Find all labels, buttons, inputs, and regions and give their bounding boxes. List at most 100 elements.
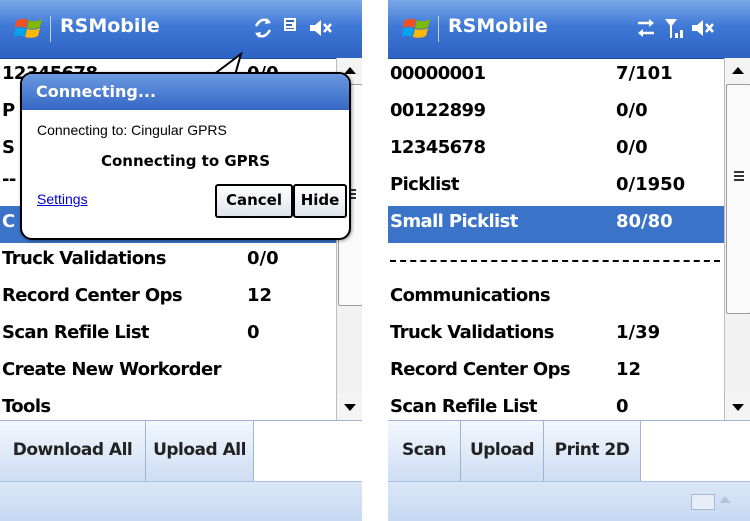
list-item[interactable]: 12345678 0/0 xyxy=(388,132,724,169)
button-label: Print 2D xyxy=(554,440,630,460)
list-item-count: 0 xyxy=(616,396,629,417)
list-item[interactable]: 00000001 7/101 xyxy=(388,58,724,95)
list-item-name: 00000001 xyxy=(390,63,486,84)
list-item[interactable]: Picklist 0/1950 xyxy=(388,169,724,206)
list-item-name: C xyxy=(2,211,15,232)
softkey-bar: Scan Upload Print 2D xyxy=(388,420,750,482)
scroll-grip xyxy=(734,179,744,181)
status-icons xyxy=(252,14,348,42)
list-item-name: Record Center Ops xyxy=(390,359,571,380)
windows-start-icon[interactable] xyxy=(402,15,432,43)
list-item-count: 7/101 xyxy=(616,63,673,84)
popup-header: Connecting... xyxy=(22,74,349,110)
button-label: Hide xyxy=(300,191,340,209)
title-separator xyxy=(438,16,439,42)
cancel-button[interactable]: Cancel xyxy=(215,184,293,218)
list-item-count: 80/80 xyxy=(616,211,673,232)
button-label: Upload xyxy=(469,440,535,460)
list-item-name: S xyxy=(2,137,15,158)
list-item[interactable]: 00122899 0/0 xyxy=(388,95,724,132)
app-title: RSMobile xyxy=(60,15,160,37)
volume-mute-icon[interactable] xyxy=(692,20,714,36)
title-separator xyxy=(50,16,51,42)
print-2d-button[interactable]: Print 2D xyxy=(544,421,641,482)
list-item[interactable]: Communications xyxy=(388,280,724,317)
list-item-count: 0/0 xyxy=(616,100,648,121)
list-item[interactable]: Scan Refile List 0 xyxy=(388,391,724,420)
bottom-bar: Download All Upload All xyxy=(0,420,362,521)
popup-message: Connecting to: Cingular GPRS xyxy=(37,122,227,138)
list-item-name: P xyxy=(2,100,15,121)
e-signal-icon[interactable] xyxy=(284,18,296,31)
button-label: Scan xyxy=(402,440,446,460)
popup-status: Connecting to GPRS xyxy=(100,152,271,170)
windows-start-icon[interactable] xyxy=(14,15,44,43)
list-separator xyxy=(390,260,720,262)
triangle-down-icon xyxy=(732,404,744,411)
list-item-name: 00122899 xyxy=(390,100,486,121)
scroll-down-button[interactable] xyxy=(337,394,362,420)
status-icons xyxy=(634,14,734,42)
list-item-name: Scan Refile List xyxy=(390,396,538,417)
list-item-name: Picklist xyxy=(390,174,459,195)
keyboard-icon[interactable] xyxy=(691,494,715,510)
volume-mute-icon[interactable] xyxy=(310,20,332,36)
bottom-bar: Scan Upload Print 2D xyxy=(388,420,750,521)
list-item-count: 0/0 xyxy=(616,137,648,158)
caret-up-icon[interactable] xyxy=(719,496,731,503)
title-bar: RSMobile xyxy=(388,0,750,59)
task-list: 00000001 7/101 00122899 0/0 12345678 0/0… xyxy=(388,58,724,420)
menu-strip xyxy=(0,481,362,521)
settings-link[interactable]: Settings xyxy=(37,191,88,207)
scrollbar[interactable] xyxy=(724,58,750,420)
list-item[interactable]: Tools xyxy=(0,391,336,420)
data-transfer-icon[interactable] xyxy=(638,19,654,37)
list-item[interactable]: Truck Validations 0/0 xyxy=(0,243,336,280)
list-item-count: 0 xyxy=(247,322,260,343)
list-item[interactable]: Create New Workorder xyxy=(0,354,336,391)
upload-all-button[interactable]: Upload All xyxy=(146,421,254,482)
list-item-name: Communications xyxy=(390,285,551,306)
hide-button[interactable]: Hide xyxy=(293,184,347,218)
download-all-button[interactable]: Download All xyxy=(0,421,146,482)
device-screen-left: RSMobile P S -- C Truck Validations 0/0 … xyxy=(0,0,362,521)
list-item-name: Record Center Ops xyxy=(2,285,183,306)
list-item-selected[interactable]: Small Picklist 80/80 xyxy=(388,206,724,243)
app-title: RSMobile xyxy=(448,15,548,37)
list-item-name: 12345678 xyxy=(390,137,486,158)
button-label: Upload All xyxy=(153,440,246,460)
triangle-down-icon xyxy=(344,404,356,411)
popup-title: Connecting... xyxy=(36,82,157,101)
connecting-arrows-icon[interactable] xyxy=(254,18,272,38)
list-item-count: 0/1950 xyxy=(616,174,686,195)
button-label: Cancel xyxy=(225,191,282,209)
list-item-name: Truck Validations xyxy=(390,322,554,343)
list-item-name: Truck Validations xyxy=(2,248,166,269)
list-item-name: Small Picklist xyxy=(390,211,518,232)
list-item-count: 12 xyxy=(616,359,642,380)
device-screen-right: RSMobile 00000001 7/101 00122899 0/0 123… xyxy=(388,0,750,521)
list-item-name: Scan Refile List xyxy=(2,322,150,343)
list-item-name: Create New Workorder xyxy=(2,359,221,380)
list-item-name: Tools xyxy=(2,396,51,417)
softkey-bar: Download All Upload All xyxy=(0,420,362,482)
scan-button[interactable]: Scan xyxy=(388,421,461,482)
menu-strip xyxy=(388,481,750,521)
list-item[interactable]: Record Center Ops 12 xyxy=(388,354,724,391)
list-item-count: 1/39 xyxy=(616,322,661,343)
list-item[interactable]: Truck Validations 1/39 xyxy=(388,317,724,354)
scroll-thumb[interactable] xyxy=(726,84,750,314)
triangle-up-icon xyxy=(732,67,744,74)
signal-strength-icon[interactable] xyxy=(665,19,683,38)
button-label: Download All xyxy=(12,440,133,460)
list-item[interactable]: Record Center Ops 12 xyxy=(0,280,336,317)
scroll-down-button[interactable] xyxy=(725,394,750,420)
scroll-grip xyxy=(734,175,744,177)
list-item-count: 12 xyxy=(247,285,273,306)
list-item[interactable]: Scan Refile List 0 xyxy=(0,317,336,354)
scroll-up-button[interactable] xyxy=(725,58,750,84)
upload-button[interactable]: Upload xyxy=(461,421,544,482)
connecting-popup: Connecting... Connecting to: Cingular GP… xyxy=(20,72,351,240)
title-bar: RSMobile xyxy=(0,0,362,59)
scroll-grip xyxy=(734,171,744,173)
